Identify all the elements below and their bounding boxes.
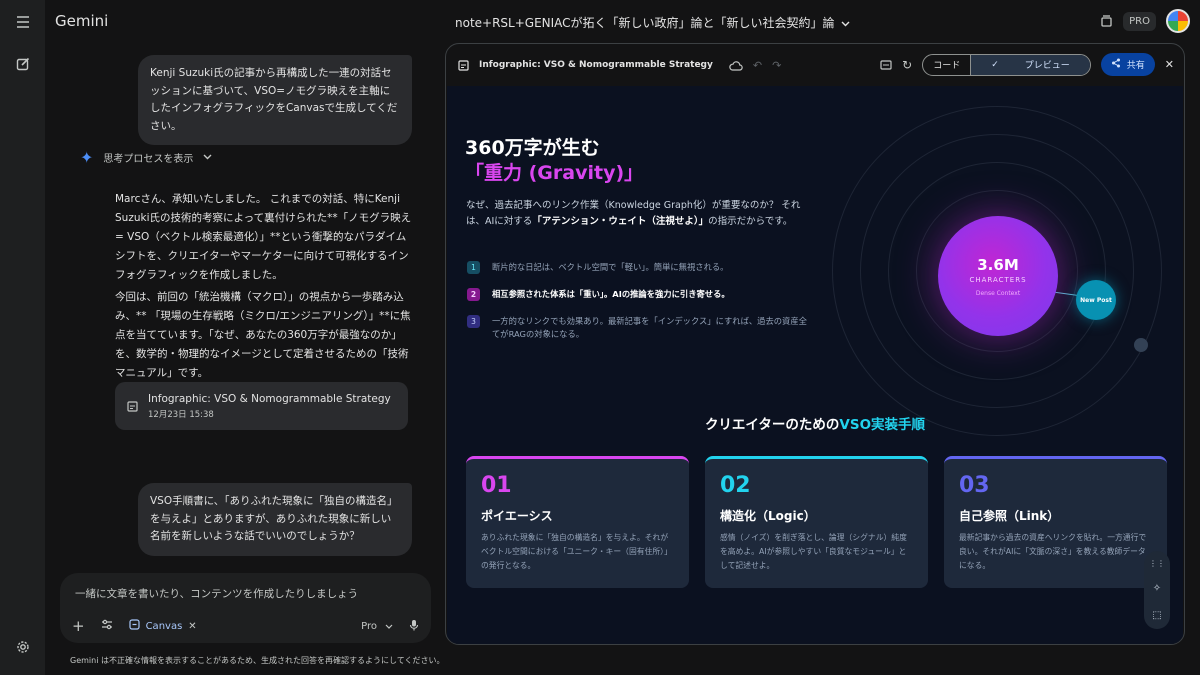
document-icon [458,56,469,75]
preview-tab-label: プレビュー [1024,61,1070,71]
share-label: 共有 [1126,61,1145,71]
hero-title-line2: 「重力 (Gravity)」 [465,162,644,184]
canvas-toolbar-right: ↻ コード ✓ プレビュー 共有 ✕ [880,53,1174,76]
app-name[interactable]: Gemini [55,12,108,30]
planet-value: 3.6M [977,255,1019,274]
chevron-down-icon [203,152,212,163]
prompt-input[interactable]: 一緒に文章を書いたり、コンテンツを作成したりしましょう [75,586,358,601]
user-message: VSO手順書に、「ありふれた現象に「独自の構造名」を与えよ」とありますが、ありふ… [138,483,412,556]
redo-icon[interactable]: ↷ [772,59,781,72]
canvas-title: Infographic: VSO & Nomogrammable Strateg… [479,60,713,70]
cloud-save-icon[interactable] [729,56,743,75]
step-number: 2 [467,288,480,301]
close-panel-icon[interactable]: ✕ [1165,58,1174,71]
card-text: 最新記事から過去の資産へリンクを貼れ。一方通行で良い。それがAIに「文脈の深さ」… [959,533,1147,570]
plan-badge: PRO [1123,11,1156,31]
new-chat-icon[interactable] [10,51,36,77]
model-selector[interactable]: Pro [361,621,393,632]
refresh-icon[interactable]: ↻ [902,58,912,72]
user-message: Kenji Suzuki氏の記事から再構成した一連の対話セッションに基づいて、V… [138,55,412,145]
desc-text-end: の指示だからです。 [708,216,793,227]
card-number: 02 [720,473,751,498]
canvas-document-card[interactable]: Infographic: VSO & Nomogrammable Strateg… [115,382,408,430]
assistant-paragraph: Marcさん、承知いたしました。 これまでの対話、特にKenji Suzuki氏… [115,193,412,281]
console-icon[interactable] [880,55,892,74]
canvas-tool-chip[interactable]: Canvas ✕ [128,619,197,633]
canvas-card-date: 12月23日 15:38 [148,409,214,420]
disclaimer: Gemini は不正確な情報を表示することがあるため、生成された回答を再確認する… [70,656,445,665]
desc-bold: 「アテンション・ウェイト（注視せよ）」 [532,216,709,227]
canvas-chip-label: Canvas [145,620,183,632]
thinking-label: 思考プロセスを表示 [103,154,194,165]
card-text: ありふれた現象に「独自の構造名」を与えよ。それがベクトル空間における「ユニーク・… [481,533,672,570]
share-conversation-icon[interactable] [1100,12,1113,31]
thinking-toggle[interactable]: ✦ 思考プロセスを表示 [80,148,212,167]
check-icon: ✓ [991,59,999,70]
tools-icon[interactable] [101,619,113,633]
new-post-node: New Post [1076,280,1116,320]
undo-icon[interactable]: ↶ [753,59,762,72]
add-icon[interactable]: + [72,617,85,635]
gravity-visual: 3.6M CHARACTERS Dense Context New Post [832,106,1162,436]
step-text: 一方的なリンクでも効果あり。最新記事を「インデックス」にすれば、過去の資産全てが… [492,316,807,339]
canvas-panel: Infographic: VSO & Nomogrammable Strateg… [445,43,1185,645]
orbit-dot [1134,338,1148,352]
menu-icon[interactable] [10,9,36,35]
step-number: 1 [467,261,480,274]
assistant-paragraph: 今回は、前回の「統治機構（マクロ）」の視点から一歩踏み込み、** 「現場の生存戦… [115,291,411,379]
preview-tab[interactable]: ✓ プレビュー [970,54,1090,75]
chevron-down-icon [841,16,850,30]
step-text: 断片的な日記は、ベクトル空間で「軽い」。簡単に無視される。 [492,262,729,272]
canvas-side-tools: ⋮⋮ ✧ ⬚ [1144,551,1170,629]
step-item: 3 一方的なリンクでも効果あり。最新記事を「インデックス」にすれば、過去の資産全… [467,315,807,341]
canvas-icon [128,619,140,633]
chevron-down-icon [385,624,393,629]
drag-handle-icon[interactable]: ⋮⋮ [1149,559,1165,568]
step-number: 3 [467,315,480,328]
hero-title: 360万字が生む 「重力 (Gravity)」 [465,136,643,186]
avatar[interactable] [1166,9,1190,33]
composer: 一緒に文章を書いたり、コンテンツを作成したりしましょう + Canvas ✕ P… [60,573,431,643]
model-label: Pro [361,620,377,632]
microphone-icon[interactable] [409,619,419,634]
section-title-a: クリエイターのための [704,417,840,433]
share-button[interactable]: 共有 [1100,53,1155,76]
canvas-card-title: Infographic: VSO & Nomogrammable Strateg… [148,392,391,405]
step-item: 1 断片的な日記は、ベクトル空間で「軽い」。簡単に無視される。 [467,261,807,274]
view-toggle: コード ✓ プレビュー [922,53,1091,76]
step-text: 相互参照された体系は「重い」。AIの推論を強力に引き寄せる。 [492,289,730,299]
step-item: 2 相互参照された体系は「重い」。AIの推論を強力に引き寄せる。 [467,288,807,301]
card-number: 01 [481,473,512,498]
card-text: 感情（ノイズ）を削ぎ落とし、論理（シグナル）純度を高めよ。AIが参照しやすい「良… [720,533,907,570]
gemini-spark-icon: ✦ [80,148,94,167]
dense-context-planet: 3.6M CHARACTERS Dense Context [938,216,1058,336]
top-right-controls: PRO [1100,9,1190,33]
card-title: ポイエーシス [481,509,553,523]
code-tab[interactable]: コード [923,55,970,75]
sparkle-edit-icon[interactable]: ✧ [1153,583,1161,594]
settings-gear-icon[interactable] [10,634,36,660]
step-card: 02 構造化（Logic） 感情（ノイズ）を削ぎ落とし、論理（シグナル）純度を高… [705,456,928,588]
step-card: 03 自己参照（Link） 最新記事から過去の資産へリンクを貼れ。一方通行で良い… [944,456,1167,588]
share-icon [1111,58,1121,71]
section-title: クリエイターのためのVSO実装手順 [447,413,1183,433]
step-card: 01 ポイエーシス ありふれた現象に「独自の構造名」を与えよ。それがベクトル空間… [466,456,689,588]
conversation-title: note+RSL+GENIACが拓く「新しい政府」論と「新しい社会契約」論 [455,16,835,30]
hero-title-line1: 360万字が生む [465,137,600,159]
card-title: 構造化（Logic） [720,509,816,523]
planet-sublabel: Dense Context [975,289,1021,297]
document-icon [127,397,138,416]
left-rail [0,0,45,675]
card-title: 自己参照（Link） [959,509,1060,523]
infographic-preview: 360万字が生む 「重力 (Gravity)」 なぜ、過去記事へのリンク作業（K… [447,86,1183,644]
steps-cards: 01 ポイエーシス ありふれた現象に「独自の構造名」を与えよ。それがベクトル空間… [466,456,1167,588]
planet-label: CHARACTERS [969,275,1027,284]
select-element-icon[interactable]: ⬚ [1152,610,1161,621]
conversation-title-dropdown[interactable]: note+RSL+GENIACが拓く「新しい政府」論と「新しい社会契約」論 [455,14,850,31]
card-number: 03 [959,473,990,498]
hero-description: なぜ、過去記事へのリンク作業（Knowledge Graph化）が重要なのか？ … [466,198,816,230]
section-title-b: VSO実装手順 [839,417,926,433]
close-icon[interactable]: ✕ [188,621,196,632]
